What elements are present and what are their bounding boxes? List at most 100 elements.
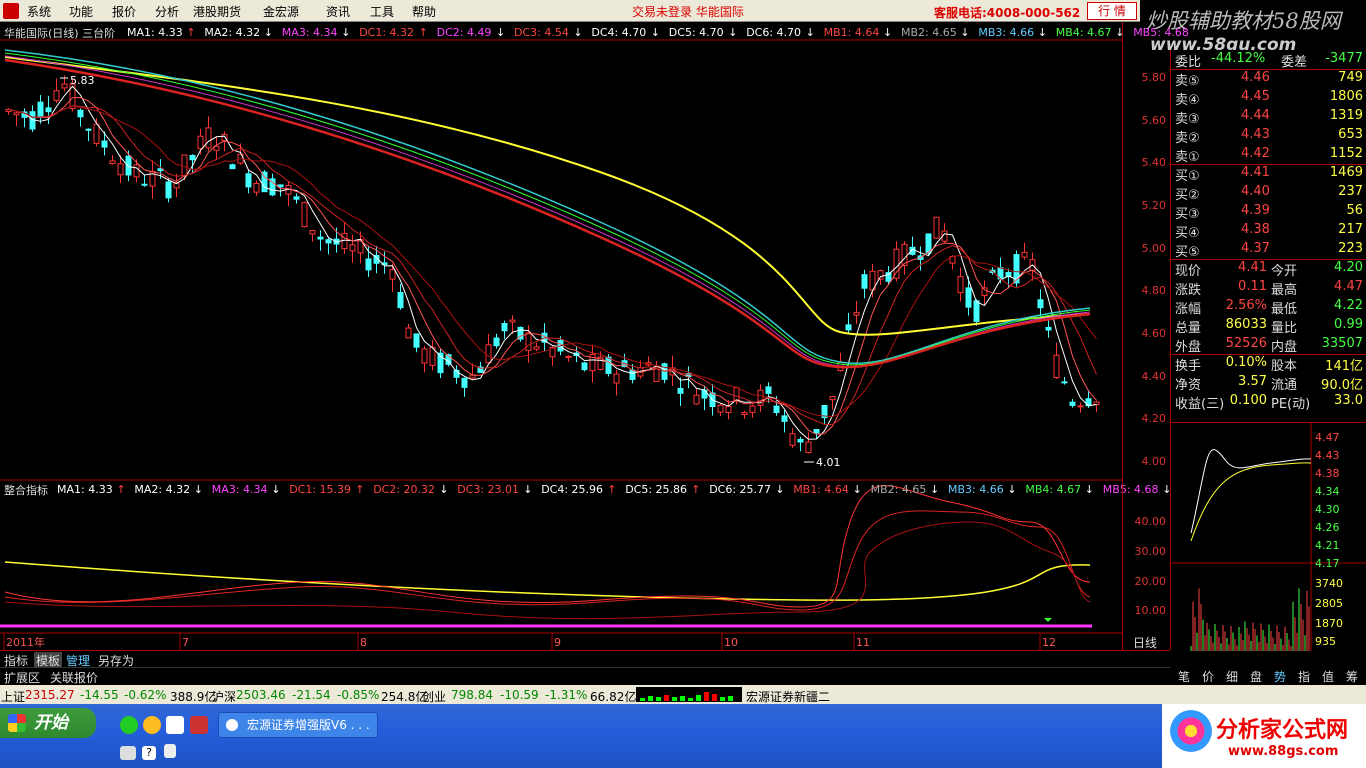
- menu-analysis[interactable]: 分析: [155, 3, 179, 20]
- menu-hk-futures[interactable]: 港股期货: [193, 3, 241, 20]
- ask-volume: 653: [1338, 127, 1363, 142]
- ask-volume: 1319: [1329, 108, 1363, 123]
- buy-signal-icon: [1044, 618, 1052, 622]
- quote-button[interactable]: 行 情: [1087, 2, 1137, 20]
- ma-line: [8, 85, 1097, 440]
- ask-price: 4.42: [1241, 146, 1270, 161]
- order-diff-value: -3477: [1325, 51, 1363, 66]
- panel-switch-button[interactable]: 势: [1274, 668, 1286, 685]
- candle-body: [309, 230, 316, 235]
- candle-body: [1037, 299, 1044, 309]
- menu-function[interactable]: 功能: [69, 3, 93, 20]
- taskbar-app-item[interactable]: 宏源证券增强版V6 . . .: [218, 712, 378, 738]
- ask-row: 卖② 4.43 653: [1171, 126, 1366, 146]
- candle-body: [1069, 401, 1076, 406]
- breadth-bar: [712, 694, 717, 701]
- trend-arrow-icon: ↓: [523, 483, 533, 496]
- candle-body: [13, 112, 20, 116]
- panel-switch-button[interactable]: 笔: [1178, 668, 1190, 685]
- breadth-bar: [680, 696, 685, 701]
- ask-row: 卖① 4.42 1152: [1171, 145, 1366, 165]
- intraday-mini-svg[interactable]: 4.47 4.43 4.38 4.34 4.30 4.26 4.21 4.17 3740 2805…: [1171, 423, 1366, 651]
- candle-body: [805, 441, 812, 454]
- menu-jinhongyuan[interactable]: 金宏源: [263, 3, 299, 20]
- taskbar-app-label: 宏源证券增强版V6 . . .: [247, 718, 370, 732]
- hs-index-name: 沪深: [212, 690, 237, 704]
- breadth-bar: [688, 698, 693, 701]
- price-tick: 5.20: [1141, 199, 1167, 212]
- candle-body: [1061, 381, 1068, 384]
- candle-body: [125, 155, 132, 176]
- brand-url: www.88gs.com: [1228, 744, 1339, 759]
- trend-arrow-icon: ↓: [573, 26, 583, 39]
- bid-row: 买② 4.40 237: [1171, 183, 1366, 203]
- browser-icon[interactable]: [120, 716, 138, 734]
- panel-switch-button[interactable]: 细: [1226, 668, 1238, 685]
- breadth-bar: [728, 696, 733, 701]
- mini-volume-tick: 3740: [1315, 577, 1343, 590]
- trend-arrow-icon: ↓: [883, 26, 893, 39]
- bid-price: 4.40: [1241, 184, 1270, 199]
- candle-body: [93, 123, 100, 144]
- candle-body: [1077, 405, 1084, 408]
- stat-label: 涨幅: [1175, 302, 1202, 317]
- ask-volume: 749: [1338, 70, 1363, 85]
- candle-body: [965, 287, 972, 308]
- fund-value: 0.100: [1229, 393, 1267, 408]
- kline-chart[interactable]: 5.83 4.01 2011年 7 8 9 10 11 12: [0, 22, 1122, 650]
- main_legend-item: MA2: 4.32: [204, 26, 261, 39]
- intraday-mini-chart[interactable]: 4.47 4.43 4.38 4.34 4.30 4.26 4.21 4.17 3740 2805…: [1170, 422, 1366, 651]
- help-icon[interactable]: ?: [142, 746, 156, 760]
- breadth-bar: [648, 696, 653, 701]
- main_legend-item: MB1: 4.64: [823, 26, 880, 39]
- panel-switch-button[interactable]: 盘: [1250, 668, 1262, 685]
- fund-label: 流通: [1271, 378, 1298, 393]
- fund-row: 净资 3.57 流通 90.0亿: [1171, 373, 1366, 393]
- fund-label: PE(动): [1271, 397, 1311, 412]
- trend-arrow-icon: ↓: [496, 26, 506, 39]
- trend-arrow-icon: ↓: [193, 483, 204, 496]
- stat-label: 现价: [1175, 264, 1202, 279]
- menu-tools[interactable]: 工具: [370, 3, 394, 20]
- sub_legend-item: MA1: 4.33: [57, 483, 113, 496]
- menu-system[interactable]: 系统: [27, 3, 51, 20]
- candle-body: [365, 258, 372, 271]
- stat-value: 2.56%: [1225, 298, 1267, 313]
- mini-volume-tick: 2805: [1315, 597, 1343, 610]
- index-status-bar: 上证 2315.27 -14.55 -0.62% 388.9亿 沪深 2503.…: [0, 685, 1366, 704]
- tab-extension[interactable]: 扩展区: [4, 669, 40, 686]
- kline-chart-panel[interactable]: 5.83 4.01 2011年 7 8 9 10 11 12 华能国际(日线) 三台阶 MA1:…: [0, 22, 1189, 650]
- stat-value: 0.11: [1238, 279, 1267, 294]
- ask-label: 卖③: [1175, 112, 1200, 127]
- window-icon[interactable]: [166, 716, 184, 734]
- keyboard-icon[interactable]: [120, 746, 136, 760]
- panel-switch-button[interactable]: 价: [1202, 668, 1214, 685]
- trade-login-notice[interactable]: 交易未登录 华能国际: [632, 3, 744, 20]
- cy-index-pct: -1.31%: [545, 688, 588, 702]
- tab-related-quote[interactable]: 关联报价: [50, 669, 98, 686]
- order-diff-label: 委差: [1281, 55, 1308, 70]
- menu-info[interactable]: 资讯: [326, 3, 350, 20]
- menu-help[interactable]: 帮助: [412, 3, 436, 20]
- sub-chart-title: 整合指标: [4, 484, 48, 497]
- bid-volume: 237: [1338, 184, 1363, 199]
- candle-body: [861, 274, 868, 289]
- intraday-price-line: [1190, 449, 1312, 534]
- settings-small-icon[interactable]: [164, 744, 176, 758]
- trend-arrow-icon: ↑: [116, 483, 126, 496]
- panel-switch-button[interactable]: 值: [1322, 668, 1334, 685]
- panel-switch-button[interactable]: 筹: [1346, 668, 1358, 685]
- candle-body: [813, 429, 820, 434]
- stat-label: 最低: [1271, 302, 1298, 317]
- broker-name: 宏源证券新疆二: [746, 690, 831, 704]
- candle-body: [605, 356, 612, 374]
- panel-switch-button[interactable]: 指: [1298, 668, 1310, 685]
- candle-body: [413, 333, 420, 348]
- start-button[interactable]: 开始: [0, 708, 96, 738]
- app-shortcut-icon[interactable]: [190, 716, 208, 734]
- stat-value: 4.41: [1238, 260, 1267, 275]
- messenger-icon[interactable]: [143, 716, 161, 734]
- stat-row: 外盘 52526 内盘 33507: [1171, 335, 1366, 355]
- stat-value: 4.20: [1334, 260, 1363, 275]
- menu-quote[interactable]: 报价: [112, 3, 136, 20]
